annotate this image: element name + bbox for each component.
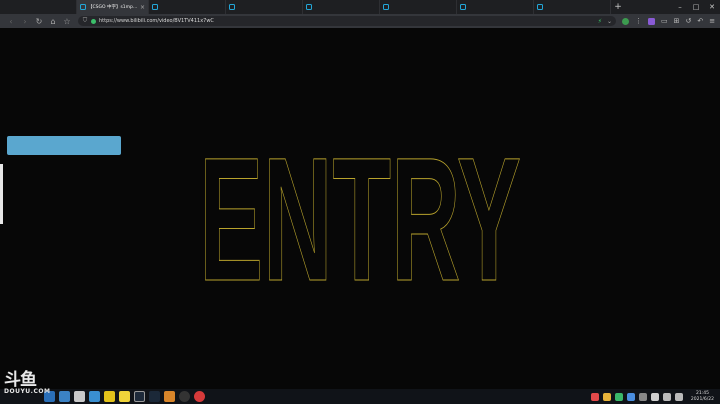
tab-2-active[interactable]: 【CSGO 中字】s1mple… × (77, 0, 149, 14)
url-text[interactable]: https://www.bilibili.com/video/BV1TV411x… (99, 18, 595, 24)
taskbar-app-icon[interactable] (74, 391, 85, 402)
navigation-bar: ‹ › ↻ ⌂ ☆ ⛉ https://www.bilibili.com/vid… (0, 14, 720, 28)
chevron-down-icon[interactable]: ⌄ (607, 18, 612, 25)
tray-icon[interactable] (602, 392, 611, 401)
taskbar-app-icon[interactable] (164, 391, 175, 402)
back-arrow-icon[interactable]: ‹ (4, 15, 18, 27)
close-window-icon[interactable]: ✕ (704, 0, 720, 14)
bilibili-favicon-icon (537, 4, 543, 10)
extension-toolbar: ⋮ ▭ ⊞ ↺ ↶ ≡ (622, 17, 715, 25)
taskbar-app-icon[interactable] (179, 391, 190, 402)
shield-icon[interactable]: ⛉ (82, 15, 88, 27)
network-icon[interactable] (674, 392, 683, 401)
bilibili-favicon-icon (460, 4, 466, 10)
tab-6[interactable] (380, 0, 457, 14)
tab-4[interactable] (226, 0, 303, 14)
bilibili-favicon-icon (229, 4, 235, 10)
history-icon[interactable]: ↺ (686, 17, 692, 25)
tab-1[interactable] (0, 0, 77, 14)
blue-banner (7, 136, 121, 155)
watermark-logo: 斗鱼 (4, 370, 37, 390)
bilibili-favicon-icon (80, 4, 86, 10)
new-tab-button[interactable]: + (611, 0, 625, 14)
taskbar-app-icon[interactable] (134, 391, 145, 402)
douyu-watermark: 斗鱼 DOUYU.COM (4, 372, 50, 395)
tab-3[interactable] (149, 0, 226, 14)
tray-icon[interactable] (638, 392, 647, 401)
tray-icon[interactable] (590, 392, 599, 401)
apps-grid-icon[interactable]: ⊞ (674, 17, 680, 25)
tray-icon[interactable] (650, 392, 659, 401)
watermark-site: DOUYU.COM (4, 388, 51, 395)
tray-icon[interactable] (614, 392, 623, 401)
maximize-icon[interactable]: □ (688, 0, 704, 14)
grid-icon[interactable]: ⋮ (635, 17, 642, 25)
bookmark-star-icon[interactable]: ☆ (60, 15, 74, 27)
tab-strip: 【CSGO 中字】s1mple… × + – □ ✕ (0, 0, 720, 14)
minimize-icon[interactable]: – (672, 0, 688, 14)
address-bar-actions: ⚡ ⌄ (598, 18, 612, 25)
taskbar-app-icon[interactable] (89, 391, 100, 402)
steam-icon[interactable] (149, 391, 160, 402)
tab-7[interactable] (457, 0, 534, 14)
address-bar[interactable]: ⛉ https://www.bilibili.com/video/BV1TV41… (78, 16, 616, 26)
speaker-icon[interactable] (662, 392, 671, 401)
taskbar-apps (40, 391, 205, 402)
taskbar: 21:45 2021/6/22 (0, 389, 720, 404)
taskbar-app-icon[interactable] (194, 391, 205, 402)
system-tray: 21:45 2021/6/22 (590, 391, 720, 402)
bilibili-favicon-icon (306, 4, 312, 10)
hero-title: ENTRY (199, 138, 521, 288)
clock-date: 2021/6/22 (690, 396, 714, 402)
window-controls: – □ ✕ (672, 0, 720, 14)
video-viewport[interactable]: ENTRY (0, 28, 720, 389)
taskbar-clock[interactable]: 21:45 2021/6/22 (691, 391, 714, 402)
tab-title: 【CSGO 中字】s1mple… (88, 5, 138, 10)
bolt-icon[interactable]: ⚡ (598, 18, 602, 25)
tray-icon[interactable] (626, 392, 635, 401)
home-icon[interactable]: ⌂ (46, 15, 60, 27)
secure-lock-icon[interactable] (91, 18, 96, 24)
forward-arrow-icon[interactable]: › (18, 15, 32, 27)
entry-outline-graphic: ENTRY (199, 138, 522, 288)
taskbar-app-icon[interactable] (104, 391, 115, 402)
extension-green-icon[interactable] (622, 17, 629, 25)
reload-icon[interactable]: ↻ (32, 15, 46, 27)
bilibili-favicon-icon (152, 4, 158, 10)
taskbar-app-icon[interactable] (119, 391, 130, 402)
tab-8[interactable] (534, 0, 611, 14)
undo-icon[interactable]: ↶ (697, 17, 703, 25)
scroll-handle[interactable] (0, 164, 3, 224)
menu-icon[interactable]: ≡ (709, 17, 715, 25)
bilibili-favicon-icon (383, 4, 389, 10)
sidebar-icon[interactable]: ▭ (661, 17, 668, 25)
tab-5[interactable] (303, 0, 380, 14)
extension-purple-icon[interactable] (648, 17, 655, 25)
taskbar-app-icon[interactable] (59, 391, 70, 402)
tab-close-icon[interactable]: × (140, 4, 145, 11)
